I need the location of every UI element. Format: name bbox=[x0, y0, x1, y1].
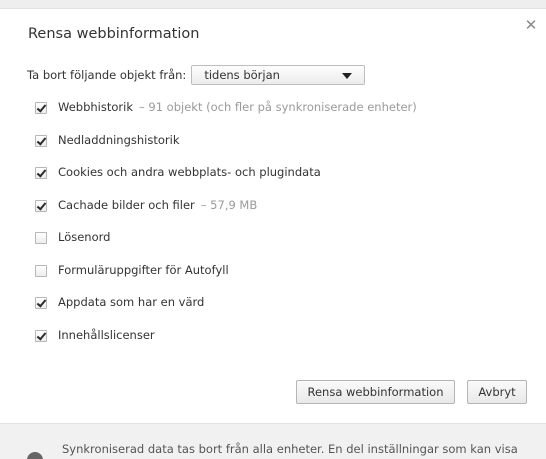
checkbox-autofill[interactable] bbox=[35, 264, 47, 277]
checkbox-browsing-history[interactable] bbox=[35, 102, 47, 114]
clear-browsing-data-dialog: ✕ Rensa webbinformation Ta bort följande… bbox=[0, 0, 546, 459]
time-period-select[interactable]: tidens början bbox=[191, 65, 366, 85]
option-passwords[interactable]: Lösenord bbox=[35, 230, 417, 263]
time-period-value: tidens början bbox=[204, 68, 280, 82]
option-label: Webbhistorik bbox=[58, 100, 133, 114]
option-label: Lösenord bbox=[58, 230, 111, 244]
option-content-licenses[interactable]: Innehållslicenser bbox=[35, 328, 417, 361]
option-browsing-history[interactable]: Webbhistorik – 91 objekt (och fler på sy… bbox=[35, 100, 417, 133]
checkbox-download-history[interactable] bbox=[35, 134, 47, 147]
option-note: – 57,9 MB bbox=[200, 197, 258, 212]
time-period-label: Ta bort följande objekt från: bbox=[27, 68, 187, 82]
close-icon[interactable]: ✕ bbox=[524, 18, 538, 33]
top-strip bbox=[0, 0, 546, 9]
footer-text: Synkroniserad data tas bort från alla en… bbox=[62, 442, 518, 456]
chevron-down-icon bbox=[342, 73, 353, 79]
option-cache[interactable]: Cachade bilder och filer – 57,9 MB bbox=[35, 198, 417, 231]
checkbox-passwords[interactable] bbox=[35, 232, 47, 244]
option-note: – 91 objekt (och fler på synkroniserade … bbox=[138, 100, 417, 114]
data-type-options: Webbhistorik – 91 objekt (och fler på sy… bbox=[35, 100, 417, 360]
option-cookies[interactable]: Cookies och andra webbplats- och plugind… bbox=[35, 165, 417, 198]
sync-info-footer: Synkroniserad data tas bort från alla en… bbox=[0, 423, 546, 459]
dialog-title: Rensa webbinformation bbox=[28, 26, 200, 42]
option-label: Nedladdningshistorik bbox=[58, 132, 180, 147]
time-period-row: Ta bort följande objekt från: tidens bör… bbox=[27, 64, 366, 86]
checkbox-content-licenses[interactable] bbox=[35, 329, 47, 342]
option-label: Formuläruppgifter för Autofyll bbox=[58, 262, 229, 277]
option-download-history[interactable]: Nedladdningshistorik bbox=[35, 133, 417, 166]
info-icon bbox=[27, 452, 43, 459]
option-autofill[interactable]: Formuläruppgifter för Autofyll bbox=[35, 263, 417, 296]
option-label: Innehållslicenser bbox=[58, 327, 155, 342]
checkbox-hosted-app-data[interactable] bbox=[35, 297, 47, 309]
option-label: Appdata som har en värd bbox=[58, 295, 205, 309]
option-label: Cookies och andra webbplats- och plugind… bbox=[58, 165, 321, 179]
cancel-button[interactable]: Avbryt bbox=[467, 380, 527, 404]
option-hosted-app-data[interactable]: Appdata som har en värd bbox=[35, 295, 417, 328]
clear-data-button[interactable]: Rensa webbinformation bbox=[296, 380, 455, 404]
checkbox-cookies[interactable] bbox=[35, 167, 47, 179]
checkbox-cache[interactable] bbox=[35, 199, 47, 212]
option-label: Cachade bilder och filer bbox=[58, 197, 195, 212]
